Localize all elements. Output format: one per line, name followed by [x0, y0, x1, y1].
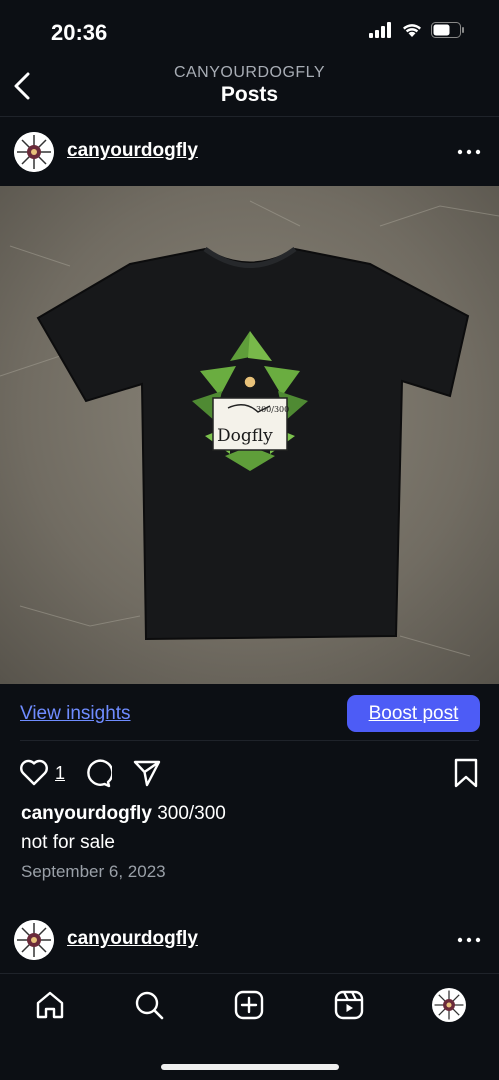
home-icon	[36, 991, 64, 1019]
post-date: September 6, 2023	[21, 862, 166, 881]
post-actions: 1	[0, 754, 499, 794]
caption-username[interactable]: canyourdogfly	[21, 803, 152, 824]
home-indicator[interactable]	[161, 1064, 339, 1070]
avatar-logo-icon	[14, 132, 54, 172]
comment-icon	[87, 759, 114, 788]
more-horizontal-icon	[457, 149, 481, 155]
header-divider	[0, 116, 499, 117]
avatar[interactable]	[14, 132, 54, 172]
boost-post-button[interactable]: Boost post	[347, 695, 480, 732]
reels-icon	[334, 990, 364, 1020]
post-image[interactable]: Dogfly 300/300	[0, 186, 499, 684]
like-button[interactable]	[19, 758, 49, 786]
caption-text: 300/300	[157, 803, 226, 824]
tshirt-photo: Dogfly 300/300	[0, 186, 499, 684]
avatar-logo-icon	[14, 920, 54, 960]
cellular-signal-icon	[369, 22, 391, 38]
insights-divider	[20, 740, 479, 741]
post-header: canyourdogfly	[0, 122, 499, 182]
wifi-icon	[403, 24, 421, 37]
save-button[interactable]	[453, 758, 479, 788]
more-options-button[interactable]	[457, 142, 481, 162]
nav-search-button[interactable]	[132, 988, 166, 1022]
plus-square-icon	[234, 990, 264, 1020]
search-icon	[135, 991, 164, 1020]
comment-button[interactable]	[82, 758, 114, 788]
post-caption: canyourdogfly 300/300	[21, 803, 226, 825]
bookmark-icon	[454, 758, 478, 788]
nav-profile-button[interactable]	[432, 988, 466, 1022]
nav-home-button[interactable]	[33, 988, 67, 1022]
next-post-header: canyourdogfly	[0, 910, 499, 970]
status-icons	[369, 22, 465, 38]
battery-icon	[431, 22, 464, 38]
shirt-edition-text: 300/300	[256, 405, 289, 414]
more-horizontal-icon	[457, 937, 481, 943]
post-username[interactable]: canyourdogfly	[67, 140, 198, 162]
heart-icon	[20, 759, 48, 786]
next-post-username[interactable]: canyourdogfly	[67, 928, 198, 950]
status-time: 20:36	[51, 20, 108, 45]
caption-line-2: not for sale	[21, 832, 115, 853]
status-bar: 20:36	[0, 0, 499, 60]
like-count[interactable]: 1	[55, 763, 65, 784]
nav-create-button[interactable]	[232, 988, 266, 1022]
page-header: CANYOURDOGFLY Posts	[0, 60, 499, 116]
share-button[interactable]	[132, 758, 162, 788]
insights-row: View insights Boost post	[0, 684, 499, 740]
bottom-navigation	[0, 973, 499, 1080]
nav-reels-button[interactable]	[332, 988, 366, 1022]
send-icon	[133, 760, 161, 787]
avatar[interactable]	[14, 920, 54, 960]
profile-avatar	[432, 988, 466, 1022]
more-options-button[interactable]	[457, 930, 481, 950]
shirt-brand-text: Dogfly	[217, 426, 273, 446]
account-name-subtitle: CANYOURDOGFLY	[173, 64, 326, 81]
page-title: Posts	[220, 83, 279, 106]
view-insights-link[interactable]: View insights	[20, 703, 131, 725]
